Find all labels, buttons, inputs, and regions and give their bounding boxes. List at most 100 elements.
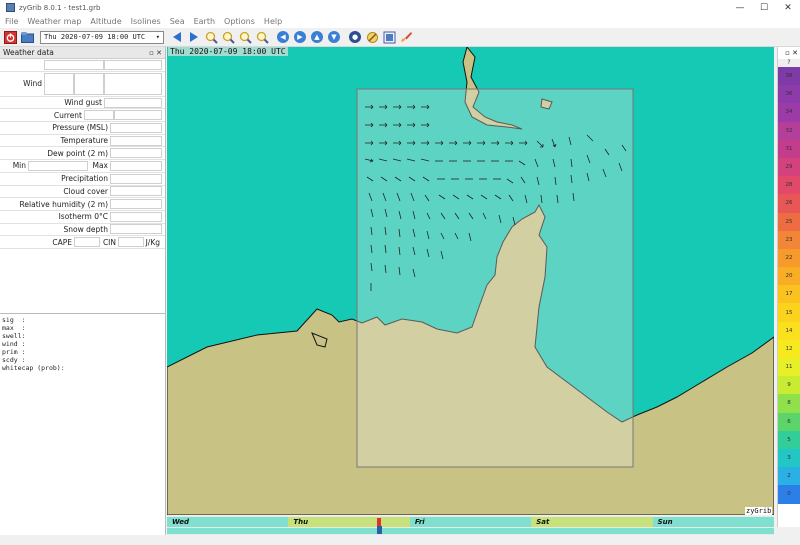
select-area-button[interactable] xyxy=(365,30,379,44)
unit-label: J/Kg xyxy=(145,237,160,247)
folder-icon xyxy=(20,32,34,43)
timeline-day-fri[interactable]: Fri xyxy=(409,517,532,527)
snow-depth-row: Snow depth xyxy=(0,224,165,237)
timeline-day-wed[interactable]: Wed xyxy=(167,517,289,527)
colorbar-cell: 31 xyxy=(778,139,800,158)
menu-weather-map[interactable]: Weather map xyxy=(27,17,81,26)
max-value xyxy=(110,160,162,171)
humidity-label: Relative humidity (2 m) xyxy=(19,199,108,209)
wind-gust-value xyxy=(104,97,162,108)
min-max-row: Min Max xyxy=(0,160,165,173)
pan-up-button[interactable]: ▲ xyxy=(310,30,324,44)
wind-label: Wind xyxy=(23,79,42,89)
colorbar-cell: 22 xyxy=(778,248,800,268)
min-label: Min xyxy=(12,161,26,171)
timeline-bar xyxy=(167,528,774,534)
open-file-button[interactable] xyxy=(20,30,34,44)
date-select[interactable]: Thu 2020-07-09 18:00 UTC ▾ xyxy=(40,30,164,44)
pressure-label: Pressure (MSL) xyxy=(52,123,108,133)
zoom-all-button[interactable] xyxy=(255,30,269,44)
colorbar-cell: 8 xyxy=(778,394,800,413)
snow-depth-label: Snow depth xyxy=(63,224,108,234)
rocket-button[interactable] xyxy=(399,30,413,44)
menu-help[interactable]: Help xyxy=(264,17,282,26)
cape-value xyxy=(74,237,100,248)
globe-button[interactable]: ● xyxy=(348,30,362,44)
precipitation-value xyxy=(110,173,162,184)
colorbar-cell: 23 xyxy=(778,230,800,249)
value-cell xyxy=(44,59,104,70)
colorbar-cell: 5 xyxy=(778,430,800,449)
map-icon xyxy=(383,31,395,43)
cin-value xyxy=(118,237,144,248)
humidity-value xyxy=(110,199,162,210)
colorbar-cell: 26 xyxy=(778,194,800,213)
menu-altitude[interactable]: Altitude xyxy=(90,17,121,26)
colorbar-cell: 12 xyxy=(778,339,800,358)
brand-label: zyGrib xyxy=(745,507,773,515)
globe-icon: ● xyxy=(349,31,361,43)
map-canvas[interactable] xyxy=(167,47,774,515)
timeline[interactable]: Wed Thu Fri Sat Sun xyxy=(167,516,775,535)
current-direction xyxy=(114,110,162,121)
pan-down-button[interactable]: ▼ xyxy=(327,30,341,44)
temperature-value xyxy=(110,135,162,146)
selection-area xyxy=(356,88,634,468)
colorbar-cell: 15 xyxy=(778,303,800,322)
timeline-day-sat[interactable]: Sat xyxy=(531,517,653,527)
isotherm-row: Isotherm 0°C xyxy=(0,211,165,224)
cloud-cover-row: Cloud cover xyxy=(0,186,165,199)
colorbar-cell: 32 xyxy=(778,121,800,140)
colorbar-header[interactable]: ▫ ✕ xyxy=(778,47,800,59)
colorbar-cell: 29 xyxy=(778,157,800,177)
previous-date-button[interactable] xyxy=(170,30,184,44)
minimize-button[interactable]: — xyxy=(728,0,752,15)
map-svg xyxy=(167,47,774,515)
snow-depth-value xyxy=(110,224,162,235)
wind-gust-label: Wind gust xyxy=(64,98,102,108)
pan-left-button[interactable]: ◀ xyxy=(276,30,290,44)
cloud-cover-value xyxy=(110,186,162,197)
weather-data-panel: Weather data ▫ ✕ Wind Wind gust Current … xyxy=(0,47,166,535)
menu-options[interactable]: Options xyxy=(224,17,255,26)
triangle-left-icon xyxy=(173,32,181,42)
app-icon xyxy=(6,3,15,12)
timeline-day-thu[interactable]: Thu xyxy=(288,517,410,527)
zoom-out-button[interactable] xyxy=(221,30,235,44)
arrow-left-icon: ◀ xyxy=(277,31,289,43)
colorbar-cell: 36 xyxy=(778,85,800,104)
timeline-handle[interactable] xyxy=(377,526,382,534)
menu-earth[interactable]: Earth xyxy=(194,17,215,26)
dew-point-row: Dew point (2 m) xyxy=(0,147,165,161)
temperature-label: Temperature xyxy=(60,136,108,146)
map-view-button[interactable] xyxy=(382,30,396,44)
colorbar-cell: 11 xyxy=(778,358,800,377)
menu-file[interactable]: File xyxy=(5,17,18,26)
arrow-right-icon: ▶ xyxy=(294,31,306,43)
menu-isolines[interactable]: Isolines xyxy=(131,17,161,26)
pressure-value xyxy=(110,122,162,133)
zoom-area-button[interactable] xyxy=(238,30,252,44)
humidity-row: Relative humidity (2 m) xyxy=(0,198,165,211)
colorbar-cell: 38 xyxy=(778,67,800,86)
power-icon xyxy=(3,30,17,44)
maximize-button[interactable]: ☐ xyxy=(752,0,776,15)
pan-right-button[interactable]: ▶ xyxy=(293,30,307,44)
zoom-in-button[interactable] xyxy=(204,30,218,44)
timeline-day-sun[interactable]: Sun xyxy=(652,517,775,527)
colorbar-cell: 0 xyxy=(778,485,800,504)
menu-sea[interactable]: Sea xyxy=(170,17,185,26)
zoom-in-icon xyxy=(205,31,218,44)
quit-button[interactable] xyxy=(3,30,17,44)
map-date-label: Thu 2020-07-09 18:00 UTC xyxy=(168,47,288,56)
colorbar-cells: 38 36 34 32 31 29 28 26 25 23 22 20 17 15 14 12 11 9 8 6 5 3 2… xyxy=(778,67,800,504)
panel-controls[interactable]: ▫ ✕ xyxy=(149,49,162,57)
close-button[interactable]: ✕ xyxy=(776,0,800,15)
next-date-button[interactable] xyxy=(187,30,201,44)
wind-direction-cell xyxy=(74,72,104,95)
wind-gust-row: Wind gust xyxy=(0,97,165,110)
value-cell xyxy=(104,59,162,70)
toolbar: Thu 2020-07-09 18:00 UTC ▾ ◀ ▶ ▲ ▼ ● xyxy=(0,28,800,47)
current-label: Current xyxy=(53,110,82,120)
colorbar-cell: 28 xyxy=(778,176,800,195)
